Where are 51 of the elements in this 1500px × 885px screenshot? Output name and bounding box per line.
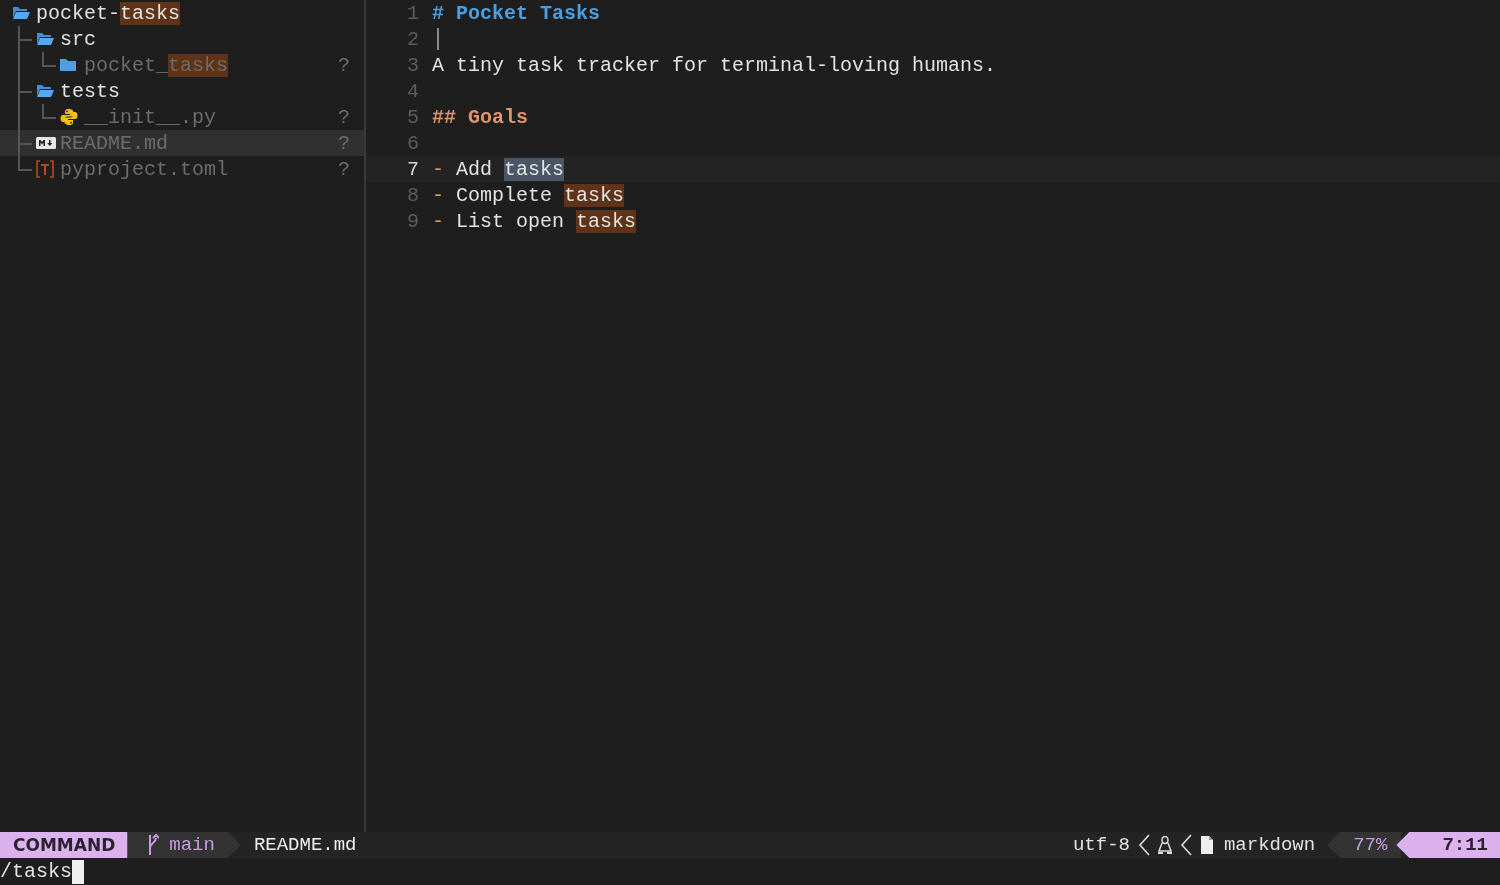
line-number: 9 <box>406 209 420 233</box>
branch-name: main <box>169 834 215 856</box>
command-input[interactable]: /tasks <box>0 860 72 883</box>
block-cursor <box>72 859 84 884</box>
line-number: 6 <box>406 131 420 155</box>
line-number: 4 <box>406 79 420 103</box>
git-branch-icon <box>147 834 160 856</box>
file-name: pocket_tasks <box>84 53 229 77</box>
line-number: 8 <box>406 183 420 207</box>
line-number: 5 <box>406 105 420 129</box>
list-marker: - <box>432 209 444 233</box>
chevron-icon <box>1179 834 1192 856</box>
encoding-label: utf-8 <box>1072 834 1130 856</box>
file-tree-row[interactable]: pocket-tasks <box>0 0 364 26</box>
file-tree-row[interactable]: tests <box>0 78 364 104</box>
line-number: 1 <box>406 1 420 25</box>
git-status: ? <box>338 157 350 181</box>
file-tree-row[interactable]: src <box>0 26 364 52</box>
git-status: ? <box>338 53 350 77</box>
file-name: tests <box>60 79 120 103</box>
list-item-text: Complete tasks <box>456 182 625 208</box>
list-item-text: List open tasks <box>456 208 637 234</box>
chevron-icon <box>1137 834 1150 856</box>
git-status: ? <box>338 105 350 129</box>
open-folder-icon <box>36 84 54 98</box>
cursor-position: 7:11 <box>1396 832 1500 858</box>
list-marker: - <box>432 157 444 181</box>
file-name: pocket-tasks <box>36 1 181 25</box>
paragraph-text: A tiny task tracker for terminal-loving humans. <box>432 52 997 78</box>
heading-text: # Pocket Tasks <box>432 0 601 26</box>
scroll-percentage: 77% <box>1327 832 1402 858</box>
file-icon <box>1199 836 1214 854</box>
open-folder-icon <box>36 32 54 46</box>
file-name: README.md <box>60 131 169 155</box>
file-name: src <box>60 27 96 51</box>
line-number: 2 <box>406 27 420 51</box>
file-name: __init__.py <box>84 105 217 129</box>
folder-icon <box>60 58 76 72</box>
subheading-text: ## Goals <box>432 104 528 130</box>
file-name: README.md <box>253 834 357 856</box>
line-number: 3 <box>406 53 420 77</box>
file-type-label: markdown <box>1223 834 1316 856</box>
git-status: ? <box>338 131 350 155</box>
markdown-icon <box>36 137 56 149</box>
file-name: pyproject.toml <box>60 157 229 181</box>
list-marker: - <box>432 183 444 207</box>
python-icon <box>60 108 78 126</box>
open-folder-icon <box>12 6 30 20</box>
list-item-text: Add tasks <box>456 156 565 182</box>
toml-icon <box>36 160 54 178</box>
line-number: 7 <box>406 157 420 181</box>
